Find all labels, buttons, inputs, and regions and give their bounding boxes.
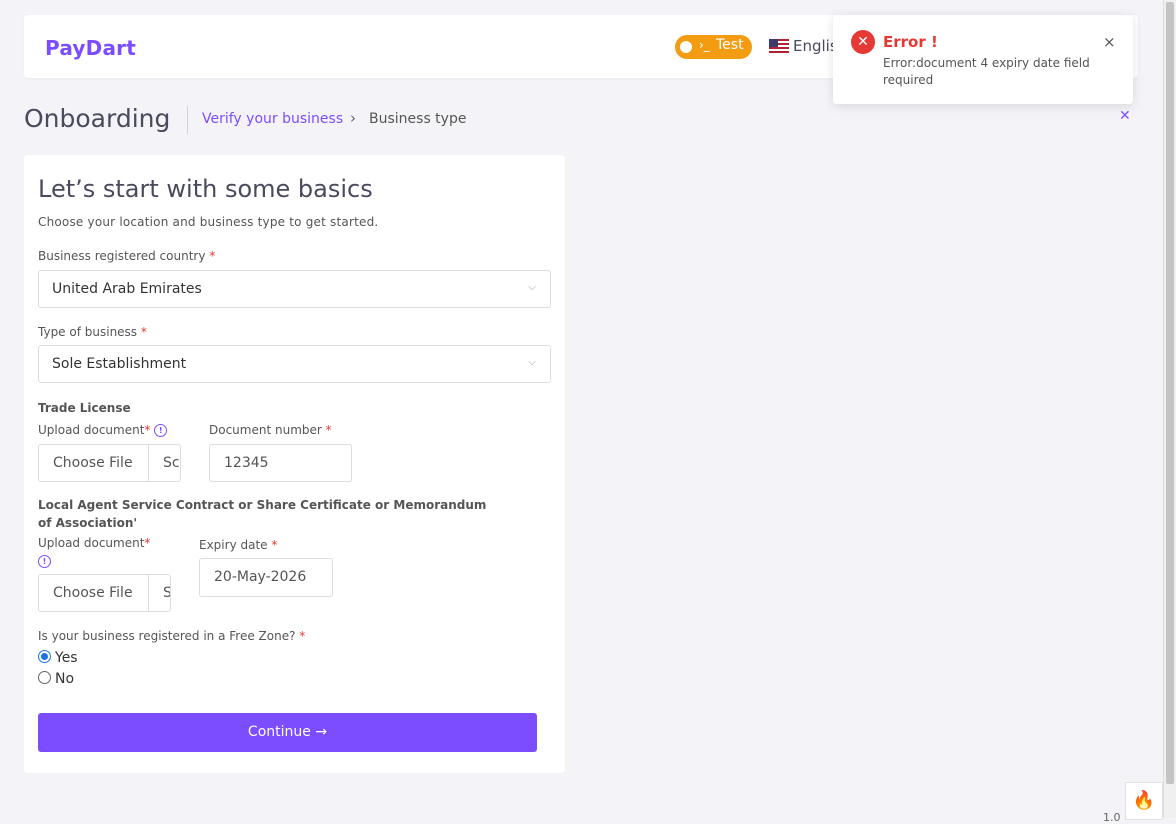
country-select[interactable]: United Arab Emirates ⌵ [38,270,551,308]
error-toast: ✕ Error ! Error:document 4 expiry date f… [833,15,1133,104]
free-zone-question: Is your business registered in a Free Zo… [38,629,306,643]
chevron-down-icon: ⌵ [528,282,536,293]
close-icon[interactable]: ✕ [1119,108,1131,124]
onboarding-form-card: Let’s start with some basics Choose your… [24,155,565,773]
chevron-right-icon: › [350,109,356,127]
trade-license-file-input[interactable]: Choose File Sc [38,444,181,482]
file-status-text: Sc [163,455,180,471]
agent-contract-file-input[interactable]: Choose File S [38,574,171,612]
continue-button[interactable]: Continue → [38,713,537,752]
scrollbar-thumb[interactable] [1166,2,1174,784]
info-icon[interactable]: ! [38,555,51,568]
fire-icon[interactable]: 🔥 [1125,782,1163,820]
free-zone-no-option[interactable]: No [38,671,74,687]
business-type-label: Type of business * [38,325,147,339]
upload-document-label-2: Upload document* [38,536,151,550]
test-mode-toggle[interactable]: ›_ Test [675,35,752,59]
error-icon: ✕ [851,30,875,54]
radio-yes[interactable] [38,650,51,663]
info-icon[interactable]: ! [154,424,168,437]
country-label: Business registered country * [38,249,216,263]
file-status-text: S [163,585,170,601]
radio-no[interactable] [38,671,51,684]
choose-file-button[interactable]: Choose File [39,445,149,481]
close-icon[interactable]: × [1103,33,1116,51]
free-zone-yes-option[interactable]: Yes [38,650,78,666]
agent-contract-title: Local Agent Service Contract or Share Ce… [38,498,487,530]
breadcrumb-verify-business[interactable]: Verify your business [202,111,343,127]
test-toggle-label: Test [716,37,744,53]
toggle-knob [680,41,692,53]
country-value: United Arab Emirates [52,281,202,297]
upload-document-label: Upload document* ! [38,423,168,437]
choose-file-button[interactable]: Choose File [39,575,149,611]
expiry-date-label: Expiry date * [199,538,278,552]
trade-license-title: Trade License [38,401,131,415]
document-number-label: Document number * [209,423,332,437]
logo[interactable]: PayDart [45,36,136,60]
expiry-date-input[interactable]: 20-May-2026 [199,558,333,597]
form-subheading: Choose your location and business type t… [38,215,379,229]
toast-message: Error:document 4 expiry date field requi… [883,56,1090,87]
us-flag-icon[interactable] [769,39,789,55]
page-title: Onboarding [24,104,171,133]
terminal-icon: ›_ [699,38,710,52]
chevron-down-icon: ⌵ [528,357,536,368]
arrow-right-icon: → [315,724,328,740]
business-type-value: Sole Establishment [52,356,187,372]
scrollbar[interactable] [1163,0,1176,818]
business-type-select[interactable]: Sole Establishment ⌵ [38,345,551,383]
breadcrumb-divider [187,106,188,134]
toast-title: Error ! [883,33,938,51]
form-heading: Let’s start with some basics [38,175,373,203]
document-number-input[interactable]: 12345 [209,444,352,482]
breadcrumb-business-type: Business type [369,111,467,127]
